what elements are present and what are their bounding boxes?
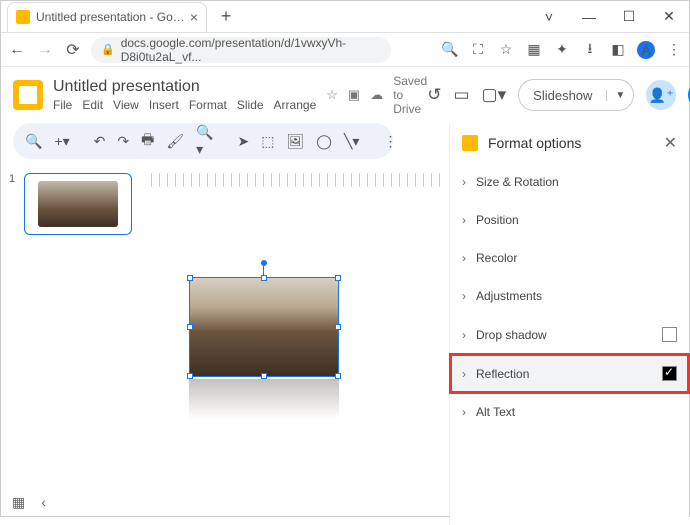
downloads-icon[interactable]: ⭳	[581, 41, 599, 59]
address-bar[interactable]: 🔒 docs.google.com/presentation/d/1vwxyVh…	[91, 37, 391, 63]
menu-bar: File Edit View Insert Format Slide Arran…	[53, 98, 316, 112]
resize-handle[interactable]	[335, 373, 341, 379]
format-section-drop-shadow[interactable]: ›Drop shadow	[450, 315, 689, 354]
slides-logo[interactable]	[13, 80, 43, 110]
image-reflection	[189, 379, 339, 419]
line-icon[interactable]: ╲▾	[344, 133, 359, 150]
resize-handle[interactable]	[187, 373, 193, 379]
undo-icon[interactable]: ↶	[94, 133, 106, 150]
cursor-icon[interactable]: ➤	[238, 133, 250, 150]
slides-favicon	[16, 10, 30, 24]
chevron-right-icon: ›	[462, 289, 466, 303]
back-button[interactable]: ←	[7, 40, 27, 60]
format-section-reflection[interactable]: ›Reflection	[450, 354, 689, 393]
format-section-adjustments[interactable]: ›Adjustments	[450, 277, 689, 315]
format-icon	[462, 135, 478, 151]
slideshow-dropdown[interactable]: ▼	[606, 90, 633, 101]
rotate-handle[interactable]	[261, 260, 267, 266]
extensions-icon[interactable]: ✦	[553, 41, 571, 59]
bookmark-icon[interactable]: ☆	[497, 41, 515, 59]
ruler	[151, 173, 445, 187]
textbox-icon[interactable]: ⬚	[261, 133, 274, 150]
image-icon[interactable]: 🖼	[287, 133, 305, 150]
share-button[interactable]: 👤⁺	[646, 80, 676, 110]
resize-handle[interactable]	[335, 275, 341, 281]
menu-file[interactable]: File	[53, 98, 72, 112]
search-menu-icon[interactable]: 🔍	[25, 133, 42, 150]
reading-list-icon[interactable]: ◧	[609, 41, 627, 59]
selected-image[interactable]	[189, 277, 339, 377]
menu-arrange[interactable]: Arrange	[274, 98, 317, 112]
tab-close-icon[interactable]: ×	[190, 9, 198, 25]
format-options-panel: Format options ✕ ›Size & Rotation›Positi…	[449, 123, 689, 525]
resize-handle[interactable]	[187, 324, 193, 330]
format-section-recolor[interactable]: ›Recolor	[450, 239, 689, 277]
browser-tab[interactable]: Untitled presentation - Google S ×	[7, 2, 207, 32]
resize-handle[interactable]	[261, 373, 267, 379]
format-section-position[interactable]: ›Position	[450, 201, 689, 239]
close-window-button[interactable]: ✕	[649, 3, 689, 31]
forward-button[interactable]: →	[35, 40, 55, 60]
minimize-button[interactable]: —	[569, 3, 609, 31]
url-text: docs.google.com/presentation/d/1vwxyVh-D…	[121, 36, 381, 64]
menu-slide[interactable]: Slide	[237, 98, 264, 112]
slide-thumbnail[interactable]	[24, 173, 132, 235]
print-icon[interactable]: 🖶	[141, 129, 154, 153]
resize-handle[interactable]	[335, 324, 341, 330]
thumbnail-image	[38, 181, 118, 227]
new-tab-button[interactable]: +	[213, 4, 239, 30]
chevron-down-icon[interactable]: ˅	[529, 3, 569, 31]
menu-format[interactable]: Format	[189, 98, 227, 112]
chevron-right-icon: ›	[462, 367, 466, 381]
redo-icon[interactable]: ↷	[117, 133, 129, 150]
grid-view-icon[interactable]: ▦	[12, 494, 25, 511]
history-icon[interactable]: ↺	[427, 85, 441, 105]
profile-avatar[interactable]: A	[637, 41, 655, 59]
menu-edit[interactable]: Edit	[82, 98, 103, 112]
saved-label: Saved to Drive	[393, 74, 427, 116]
slide-canvas[interactable]	[169, 257, 421, 437]
kebab-menu[interactable]: ⋮	[665, 41, 683, 59]
zoom-icon[interactable]: 🔍▾	[196, 124, 213, 158]
menu-insert[interactable]: Insert	[149, 98, 179, 112]
chevron-right-icon: ›	[462, 175, 466, 189]
shape-icon[interactable]: ◯	[316, 133, 332, 150]
comments-icon[interactable]: ▭	[453, 85, 469, 105]
chevron-right-icon: ›	[462, 213, 466, 227]
slideshow-button[interactable]: Slideshow ▼	[518, 79, 634, 111]
cloud-icon: ☁	[370, 87, 383, 103]
slide-panel: 1	[1, 165, 151, 525]
more-icon[interactable]: ⋮	[383, 133, 397, 150]
close-panel-icon[interactable]: ✕	[664, 133, 677, 153]
menu-view[interactable]: View	[113, 98, 139, 112]
checkbox[interactable]	[662, 366, 677, 381]
slide-number: 1	[9, 173, 15, 185]
format-title: Format options	[488, 135, 581, 151]
format-section-size-rotation[interactable]: ›Size & Rotation	[450, 163, 689, 201]
new-slide-icon[interactable]: +▾	[54, 133, 69, 150]
translate-icon[interactable]: ⛶	[469, 41, 487, 59]
chevron-right-icon: ›	[462, 405, 466, 419]
doc-title[interactable]: Untitled presentation	[53, 78, 316, 96]
move-icon[interactable]: ▣	[348, 87, 360, 103]
format-section-alt-text[interactable]: ›Alt Text	[450, 393, 689, 431]
search-icon[interactable]: 🔍	[441, 41, 459, 59]
ext-icon[interactable]: ▦	[525, 41, 543, 59]
chevron-right-icon: ›	[462, 328, 466, 342]
star-icon[interactable]: ☆	[326, 87, 338, 103]
chevron-right-icon: ›	[462, 251, 466, 265]
toolbar: 🔍 +▾ ↶ ↷ 🖶 🖌 🔍▾ ➤ ⬚ 🖼 ◯ ╲▾ ⋮	[13, 123, 393, 159]
reload-button[interactable]: ⟳	[63, 40, 83, 60]
maximize-button[interactable]: ☐	[609, 3, 649, 31]
paint-icon[interactable]: 🖌	[166, 133, 184, 150]
lock-icon: 🔒	[101, 43, 115, 56]
resize-handle[interactable]	[261, 275, 267, 281]
canvas-area[interactable]	[151, 165, 449, 525]
meet-icon[interactable]: ▢▾	[482, 85, 507, 105]
tab-title: Untitled presentation - Google S	[36, 10, 186, 24]
resize-handle[interactable]	[187, 275, 193, 281]
prev-slide-icon[interactable]: ‹	[41, 494, 46, 511]
checkbox[interactable]	[662, 327, 677, 342]
